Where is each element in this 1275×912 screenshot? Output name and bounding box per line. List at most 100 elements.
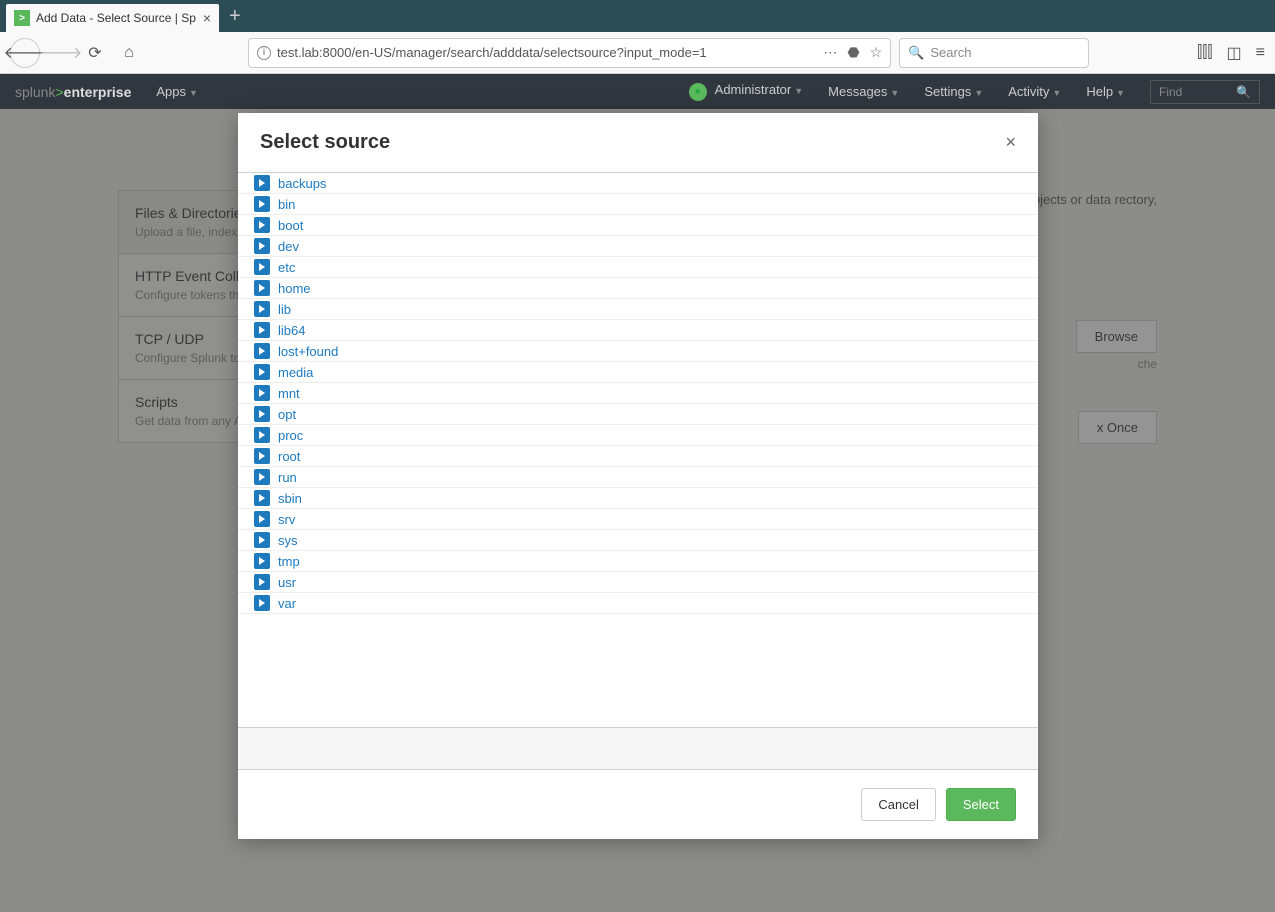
folder-expand-icon[interactable] — [254, 532, 270, 548]
help-label: Help — [1086, 84, 1113, 99]
help-menu[interactable]: Help▼ — [1086, 84, 1125, 99]
activity-menu[interactable]: Activity▼ — [1008, 84, 1061, 99]
find-search-icon: 🔍 — [1236, 85, 1251, 99]
folder-expand-icon[interactable] — [254, 385, 270, 401]
search-placeholder: Search — [930, 45, 971, 60]
directory-name[interactable]: proc — [278, 428, 303, 443]
folder-expand-icon[interactable] — [254, 574, 270, 590]
directory-row[interactable]: lib — [238, 299, 1038, 320]
folder-expand-icon[interactable] — [254, 406, 270, 422]
site-info-icon[interactable]: i — [257, 46, 271, 60]
folder-expand-icon[interactable] — [254, 196, 270, 212]
cancel-button[interactable]: Cancel — [861, 788, 935, 821]
folder-expand-icon[interactable] — [254, 511, 270, 527]
folder-expand-icon[interactable] — [254, 322, 270, 338]
select-button[interactable]: Select — [946, 788, 1016, 821]
splunk-logo[interactable]: splunk>enterprise — [15, 84, 131, 100]
folder-expand-icon[interactable] — [254, 343, 270, 359]
directory-row[interactable]: run — [238, 467, 1038, 488]
directory-row[interactable]: tmp — [238, 551, 1038, 572]
back-button[interactable]: 🡐 — [10, 38, 40, 68]
directory-row[interactable]: root — [238, 446, 1038, 467]
directory-row[interactable]: lib64 — [238, 320, 1038, 341]
bookmark-icon[interactable]: ☆ — [870, 44, 883, 61]
directory-name[interactable]: home — [278, 281, 311, 296]
reload-button[interactable]: ⟳ — [82, 40, 108, 66]
directory-row[interactable]: media — [238, 362, 1038, 383]
directory-name[interactable]: bin — [278, 197, 295, 212]
browser-tab[interactable]: > Add Data - Select Source | Sp × — [6, 4, 219, 32]
folder-expand-icon[interactable] — [254, 238, 270, 254]
directory-name[interactable]: run — [278, 470, 297, 485]
directory-row[interactable]: backups — [238, 173, 1038, 194]
directory-name[interactable]: backups — [278, 176, 326, 191]
directory-name[interactable]: dev — [278, 239, 299, 254]
folder-expand-icon[interactable] — [254, 175, 270, 191]
directory-name[interactable]: var — [278, 596, 296, 611]
modal-close-icon[interactable]: × — [1005, 132, 1016, 153]
folder-expand-icon[interactable] — [254, 595, 270, 611]
sidebar-icon[interactable]: ◫ — [1227, 43, 1242, 63]
directory-row[interactable]: dev — [238, 236, 1038, 257]
folder-expand-icon[interactable] — [254, 553, 270, 569]
directory-name[interactable]: lost+found — [278, 344, 338, 359]
directory-row[interactable]: bin — [238, 194, 1038, 215]
splunk-nav-bar: splunk>enterprise Apps▼ ●Administrator▼ … — [0, 74, 1275, 109]
browser-tab-strip: > Add Data - Select Source | Sp × + — [0, 0, 1275, 32]
directory-name[interactable]: tmp — [278, 554, 300, 569]
folder-expand-icon[interactable] — [254, 259, 270, 275]
folder-expand-icon[interactable] — [254, 490, 270, 506]
directory-name[interactable]: lib64 — [278, 323, 305, 338]
close-tab-icon[interactable]: × — [203, 10, 211, 26]
logo-part-a: splunk — [15, 84, 55, 100]
folder-expand-icon[interactable] — [254, 364, 270, 380]
messages-menu[interactable]: Messages▼ — [828, 84, 899, 99]
url-input[interactable]: i test.lab:8000/en-US/manager/search/add… — [248, 38, 891, 68]
directory-name[interactable]: sys — [278, 533, 298, 548]
folder-expand-icon[interactable] — [254, 427, 270, 443]
directory-row[interactable]: boot — [238, 215, 1038, 236]
directory-row[interactable]: proc — [238, 425, 1038, 446]
home-button[interactable]: ⌂ — [116, 40, 142, 66]
find-input[interactable]: Find🔍 — [1150, 80, 1260, 104]
logo-part-b: enterprise — [64, 84, 132, 100]
directory-row[interactable]: sbin — [238, 488, 1038, 509]
directory-row[interactable]: srv — [238, 509, 1038, 530]
apps-menu[interactable]: Apps▼ — [156, 84, 198, 99]
directory-row[interactable]: lost+found — [238, 341, 1038, 362]
directory-row[interactable]: etc — [238, 257, 1038, 278]
directory-name[interactable]: opt — [278, 407, 296, 422]
pocket-icon[interactable]: ⬣ — [847, 44, 859, 61]
browser-search-input[interactable]: 🔍 Search — [899, 38, 1089, 68]
directory-name[interactable]: boot — [278, 218, 303, 233]
folder-expand-icon[interactable] — [254, 448, 270, 464]
new-tab-button[interactable]: + — [229, 5, 241, 28]
directory-row[interactable]: opt — [238, 404, 1038, 425]
directory-row[interactable]: var — [238, 593, 1038, 614]
directory-row[interactable]: usr — [238, 572, 1038, 593]
directory-row[interactable]: home — [238, 278, 1038, 299]
library-icon[interactable]: ⫿⫿⫿ — [1197, 44, 1212, 62]
modal-footer: Cancel Select — [238, 769, 1038, 839]
folder-expand-icon[interactable] — [254, 469, 270, 485]
settings-label: Settings — [924, 84, 971, 99]
directory-name[interactable]: root — [278, 449, 300, 464]
folder-expand-icon[interactable] — [254, 301, 270, 317]
menu-icon[interactable]: ≡ — [1256, 44, 1265, 62]
directory-row[interactable]: sys — [238, 530, 1038, 551]
directory-name[interactable]: lib — [278, 302, 291, 317]
directory-name[interactable]: etc — [278, 260, 295, 275]
folder-expand-icon[interactable] — [254, 217, 270, 233]
page-actions-icon[interactable]: ⋯ — [823, 44, 837, 61]
admin-menu[interactable]: ●Administrator▼ — [689, 82, 804, 101]
admin-label: Administrator — [715, 82, 792, 97]
directory-row[interactable]: mnt — [238, 383, 1038, 404]
directory-name[interactable]: sbin — [278, 491, 302, 506]
directory-name[interactable]: mnt — [278, 386, 300, 401]
directory-name[interactable]: srv — [278, 512, 295, 527]
directory-name[interactable]: usr — [278, 575, 296, 590]
url-text: test.lab:8000/en-US/manager/search/addda… — [277, 45, 817, 60]
settings-menu[interactable]: Settings▼ — [924, 84, 983, 99]
folder-expand-icon[interactable] — [254, 280, 270, 296]
directory-name[interactable]: media — [278, 365, 313, 380]
